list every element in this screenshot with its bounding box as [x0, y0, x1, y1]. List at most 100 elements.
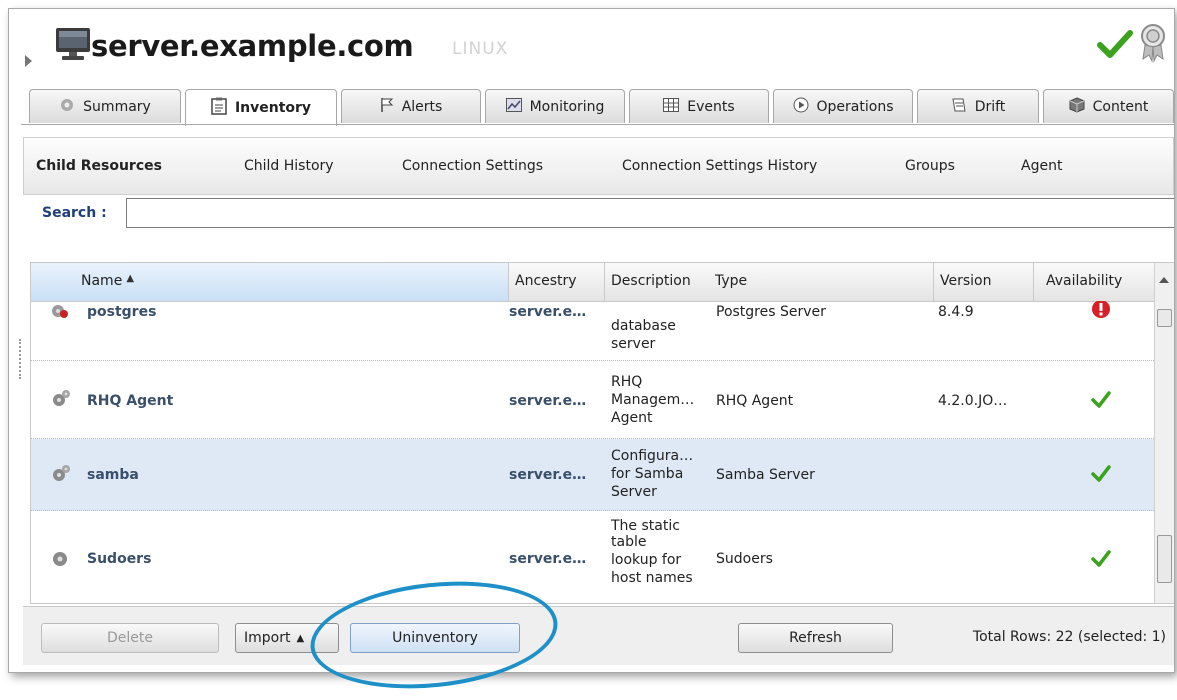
tab-monitoring[interactable]: Monitoring: [485, 89, 625, 123]
available-check-icon: [1097, 30, 1133, 58]
award-badge-icon[interactable]: [1139, 23, 1167, 63]
resource-version: 4.2.0.JO…: [938, 393, 1008, 409]
resource-name[interactable]: samba: [87, 466, 139, 484]
gears-icon: [51, 464, 71, 487]
resource-description-line: Server: [611, 484, 657, 500]
tab-label: Operations: [816, 98, 894, 115]
column-header-version[interactable]: Version: [933, 263, 1033, 301]
sort-ascending-icon: ▲: [126, 273, 135, 284]
resource-ancestry: server.e…: [509, 467, 587, 483]
resource-description-line: Agent: [611, 410, 653, 426]
gears-icon: [51, 389, 71, 412]
subtab-child-history[interactable]: Child History: [244, 158, 334, 174]
server-monitor-icon: [56, 28, 90, 60]
resource-type: RHQ Agent: [716, 393, 794, 409]
resource-description-line: table: [611, 534, 647, 550]
column-header-name[interactable]: Name ▲: [31, 263, 508, 301]
availability-down-icon: [1091, 301, 1111, 324]
tab-label: Drift: [974, 98, 1006, 115]
refresh-button[interactable]: Refresh: [738, 623, 893, 653]
column-header-description[interactable]: Description: [604, 263, 713, 301]
resource-type: Postgres Server: [716, 304, 826, 320]
tab-label: Alerts: [401, 98, 443, 115]
resource-name[interactable]: postgres: [87, 303, 156, 321]
tab-operations[interactable]: Operations: [773, 89, 913, 123]
gear-icon: [59, 97, 75, 117]
availability-up-icon: [1091, 465, 1111, 482]
resource-description-line: server: [611, 336, 656, 352]
table-header: Name ▲ Ancestry Description Type Version …: [31, 263, 1154, 302]
subtab-child-resources[interactable]: Child Resources: [36, 158, 162, 174]
scroll-up-arrow-icon[interactable]: [1159, 277, 1169, 283]
tab-summary[interactable]: Summary: [29, 89, 181, 123]
subtab-agent[interactable]: Agent: [1021, 158, 1062, 174]
search-label: Search :: [42, 205, 107, 221]
column-header-availability[interactable]: Availability: [1033, 263, 1154, 301]
resource-ancestry: server.e…: [509, 304, 587, 320]
scroll-up-button[interactable]: [1157, 309, 1172, 327]
clipboard-icon: [211, 97, 227, 119]
tab-label: Monitoring: [529, 98, 605, 115]
tab-alerts[interactable]: Alerts: [341, 89, 481, 123]
resource-description-line: Managem…: [611, 392, 695, 408]
tab-content[interactable]: Content: [1043, 89, 1174, 123]
availability-up-icon: [1091, 550, 1111, 567]
child-resources-table: Name ▲ Ancestry Description Type Version …: [30, 262, 1174, 604]
table-row[interactable]: Sudoers server.e… The static table looku…: [31, 511, 1154, 603]
subtab-connection-settings-history[interactable]: Connection Settings History: [622, 158, 817, 174]
scroll-thumb[interactable]: [1157, 535, 1172, 583]
resource-description-line: host names: [611, 570, 693, 586]
availability-up-icon: [1091, 391, 1111, 408]
resource-title: server.example.com: [91, 29, 414, 63]
subtab-groups[interactable]: Groups: [905, 158, 955, 174]
table-footer: Delete Import ▲ Uninventory Refresh Tota…: [23, 606, 1174, 665]
sub-tabs: Child Resources Child History Connection…: [23, 137, 1174, 195]
main-tabs: Summary Inventory Alerts Monitoring Even…: [29, 89, 1174, 126]
box-icon: [1069, 96, 1085, 117]
resource-type: Sudoers: [716, 551, 773, 567]
gear-icon: [51, 550, 69, 573]
tab-events[interactable]: Events: [629, 89, 769, 123]
drift-icon: [951, 97, 967, 117]
column-header-type[interactable]: Type: [713, 263, 933, 301]
tab-label: Events: [687, 98, 735, 115]
subtab-connection-settings[interactable]: Connection Settings: [402, 158, 543, 174]
table-scrollbar[interactable]: [1154, 263, 1174, 603]
grid-icon: [663, 97, 680, 116]
resource-type: Samba Server: [716, 467, 815, 483]
resize-handle[interactable]: [19, 339, 24, 379]
flag-icon: [380, 97, 394, 117]
resource-ancestry: server.e…: [509, 393, 587, 409]
menu-up-arrow-icon: ▲: [296, 632, 305, 644]
table-row[interactable]: postgres server.e… database server Postg…: [31, 301, 1154, 361]
resource-description-line: Configura…: [611, 448, 694, 464]
resource-description-line: RHQ: [611, 374, 643, 390]
tab-label: Inventory: [234, 100, 312, 116]
os-label: LINUX: [452, 39, 509, 59]
tab-divider: [21, 124, 1174, 125]
table-row-selected[interactable]: samba server.e… Configura… for Samba Ser…: [31, 439, 1154, 511]
tab-drift[interactable]: Drift: [917, 89, 1039, 123]
column-header-ancestry[interactable]: Ancestry: [508, 263, 604, 301]
delete-button[interactable]: Delete: [41, 623, 219, 653]
tab-label: Content: [1092, 98, 1149, 115]
import-label: Import: [244, 630, 291, 646]
table-body: postgres server.e… database server Postg…: [31, 301, 1154, 603]
search-input[interactable]: [126, 198, 1174, 228]
expand-arrow-icon[interactable]: [25, 55, 32, 67]
resource-window: server.example.com LINUX Summary Invento…: [8, 8, 1175, 673]
chart-icon: [505, 97, 522, 116]
resource-header: server.example.com LINUX: [9, 9, 1174, 85]
resource-version: 8.4.9: [938, 304, 974, 320]
resource-description-line: for Samba: [611, 466, 684, 482]
total-rows-label: Total Rows: 22 (selected: 1): [972, 629, 1166, 645]
resource-description-line: lookup for: [611, 552, 682, 568]
resource-error-icon: [51, 303, 69, 324]
table-row[interactable]: RHQ Agent server.e… RHQ Managem… Agent R…: [31, 361, 1154, 439]
resource-ancestry: server.e…: [509, 551, 587, 567]
resource-name[interactable]: Sudoers: [87, 550, 151, 568]
resource-name[interactable]: RHQ Agent: [87, 392, 173, 410]
resource-description-line: database: [611, 318, 676, 334]
tab-label: Summary: [83, 98, 151, 115]
tab-inventory[interactable]: Inventory: [185, 89, 337, 126]
